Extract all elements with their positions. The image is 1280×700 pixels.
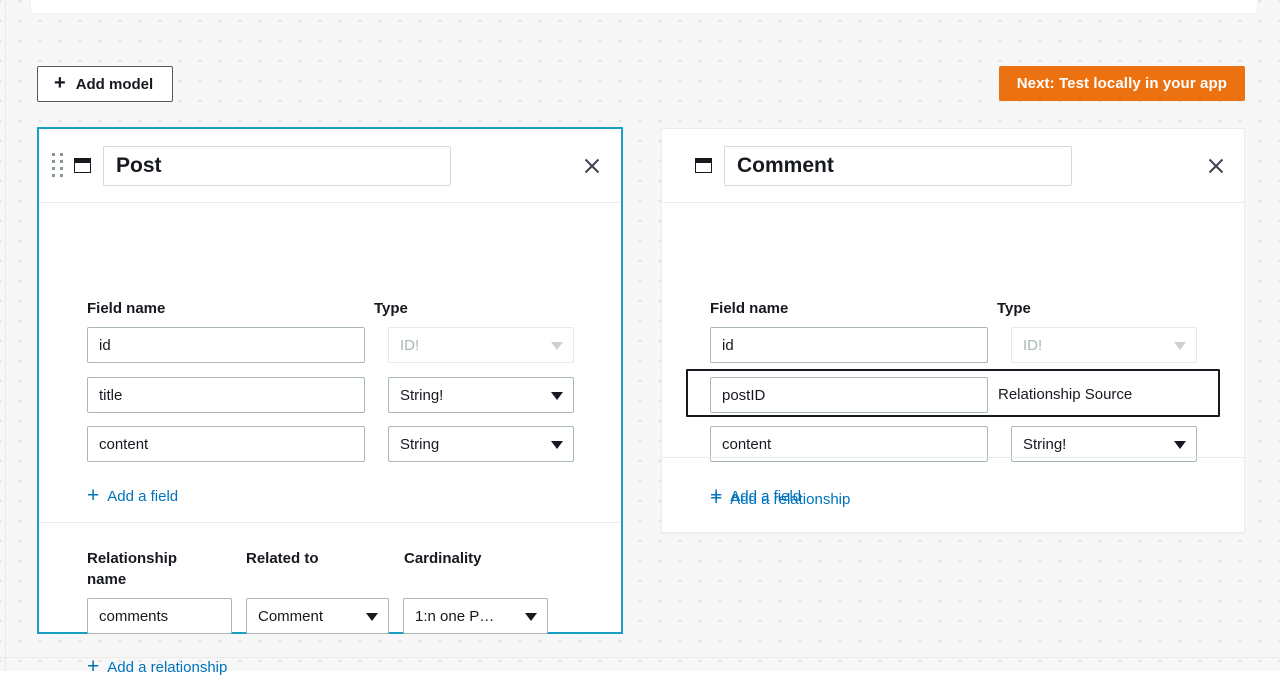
field-row: ID! [710, 327, 1197, 363]
plus-icon: + [710, 487, 723, 510]
field-name-input-postid-comment[interactable] [710, 377, 988, 413]
field-name-input-title-post[interactable] [87, 377, 365, 413]
post-col-header-cardinality: Cardinality [404, 550, 482, 567]
field-name-input-id-comment[interactable] [710, 327, 988, 363]
model-card-post-fields-section: Field name Type ID! String! [39, 203, 621, 506]
field-type-value: ID! [400, 336, 420, 354]
comment-col-header-type: Type [997, 300, 1031, 317]
chevron-down-icon [525, 613, 537, 621]
plus-icon: + [54, 72, 66, 94]
add-relationship-button-comment[interactable]: + Add a relationship [710, 487, 851, 510]
model-card-post[interactable]: Field name Type ID! String! [37, 127, 623, 677]
post-col-header-related-to: Related to [246, 550, 319, 567]
close-icon [584, 158, 600, 174]
relationship-cardinality-select[interactable]: 1:n one P… [403, 598, 548, 634]
add-relationship-button-label: Add a relationship [730, 491, 851, 508]
add-field-button-post[interactable]: + Add a field [87, 484, 179, 507]
add-model-button[interactable]: + Add model [37, 66, 174, 102]
model-name-input-comment[interactable] [724, 146, 1072, 186]
field-type-value: String! [400, 386, 444, 404]
relationship-cardinality-value: 1:n one P… [415, 607, 495, 625]
relationship-related-to-value: Comment [258, 607, 324, 625]
drag-handle-icon[interactable] [52, 153, 64, 177]
relationship-name-input-comments[interactable] [87, 598, 232, 634]
field-type-relationship-source-label: Relationship Source [998, 386, 1133, 403]
add-model-button-label: Add model [75, 75, 154, 93]
next-test-locally-button-label: Next: Test locally in your app [1016, 75, 1227, 92]
relationship-related-to-select[interactable]: Comment [246, 598, 389, 634]
post-col-header-field-name: Field name [87, 300, 166, 317]
plus-icon: + [87, 484, 100, 507]
plus-icon: + [87, 655, 100, 678]
field-row: String [87, 426, 574, 462]
field-type-select-title-post[interactable]: String! [388, 377, 574, 413]
field-type-value: String! [1023, 435, 1067, 453]
model-card-comment-header [662, 129, 1244, 203]
field-row [710, 377, 988, 413]
field-type-value: String [400, 435, 440, 453]
top-panel [30, 0, 1258, 14]
post-col-header-type: Type [374, 300, 408, 317]
model-card-post-relationships-section: Relationship name Related to Cardinality… [39, 522, 621, 700]
model-canvas: + Add model Next: Test locally in your a… [0, 0, 1280, 677]
field-type-select-id-comment: ID! [1011, 327, 1197, 363]
model-table-icon [74, 158, 91, 173]
relationship-row: Comment 1:n one P… [87, 598, 548, 634]
comment-col-header-field-name: Field name [710, 300, 789, 317]
field-type-value: ID! [1023, 336, 1043, 354]
add-relationship-button-post[interactable]: + Add a relationship [87, 655, 228, 678]
model-table-icon [695, 158, 712, 173]
add-field-button-label: Add a field [107, 488, 179, 505]
field-name-input-id-post[interactable] [87, 327, 365, 363]
model-name-input-post[interactable] [103, 146, 451, 186]
field-name-input-content-post[interactable] [87, 426, 365, 462]
field-row: String! [87, 377, 574, 413]
canvas-toolbar: + Add model Next: Test locally in your a… [0, 60, 1280, 110]
field-row: ID! [87, 327, 574, 363]
model-card-post-header [39, 129, 621, 203]
chevron-down-icon [1174, 342, 1186, 350]
chevron-down-icon [366, 613, 378, 621]
model-card-comment-fields-section: Field name Type ID! Relationship Source [662, 203, 1244, 506]
field-type-select-id-post: ID! [388, 327, 574, 363]
chevron-down-icon [551, 342, 563, 350]
post-col-header-relationship-name: Relationship name [87, 550, 178, 588]
chevron-down-icon [1174, 441, 1186, 449]
close-model-post-button[interactable] [579, 153, 605, 179]
model-card-comment-relationships-section: + Add a relationship [662, 457, 1244, 533]
close-icon [1208, 158, 1224, 174]
model-card-comment[interactable]: Field name Type ID! Relationship Source [661, 128, 1245, 533]
chevron-down-icon [551, 441, 563, 449]
next-test-locally-button[interactable]: Next: Test locally in your app [998, 66, 1245, 101]
close-model-comment-button[interactable] [1203, 153, 1229, 179]
chevron-down-icon [551, 392, 563, 400]
field-type-select-content-post[interactable]: String [388, 426, 574, 462]
add-relationship-button-label: Add a relationship [107, 659, 228, 676]
